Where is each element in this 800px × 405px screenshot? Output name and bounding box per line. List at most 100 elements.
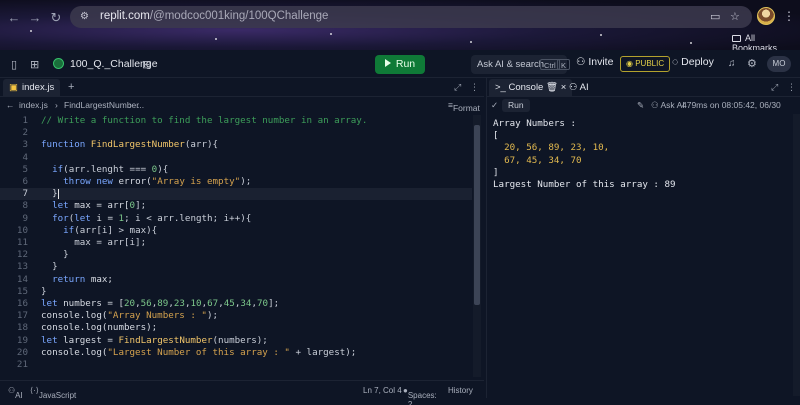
expand-icon[interactable]: ⤢ bbox=[454, 82, 461, 93]
code-text: console.log("Largest Number of this arra… bbox=[41, 346, 357, 358]
breadcrumb-sep: › bbox=[55, 100, 58, 110]
code-line[interactable]: 10 if(arr[i] > max){ bbox=[0, 225, 472, 237]
address-bar[interactable]: ⚙ replit.com/@modcoc001king/100QChalleng… bbox=[70, 6, 752, 28]
site-info-icon[interactable]: ⚙ bbox=[80, 11, 92, 23]
line-number: 9 bbox=[22, 212, 28, 224]
line-number: 19 bbox=[16, 334, 28, 346]
breadcrumb: ← index.js › FindLargestNumber › ... ≡ F… bbox=[0, 97, 484, 113]
line-number: 2 bbox=[22, 127, 28, 139]
workspace-menu-icon[interactable]: ⊞ bbox=[30, 58, 39, 71]
output-line: 67, 45, 34, 70 bbox=[493, 154, 582, 166]
code-text: return max; bbox=[52, 273, 113, 285]
code-line[interactable]: 13 } bbox=[0, 261, 472, 273]
code-text: } bbox=[41, 285, 47, 297]
format-button[interactable]: ≡ Format bbox=[448, 100, 480, 113]
code-line[interactable]: 15} bbox=[0, 286, 472, 298]
sidebar-toggle-icon[interactable]: ▯ bbox=[11, 58, 17, 71]
code-line[interactable]: 20 console.log("Largest Number of this ar… bbox=[0, 347, 472, 359]
code-line[interactable]: 4 bbox=[0, 152, 472, 164]
eye-icon: ◉ bbox=[626, 59, 636, 68]
code-line[interactable]: 2 bbox=[0, 127, 472, 139]
code-line[interactable]: 16 let numbers = [20,56,89,23,10,67,45,34… bbox=[0, 298, 472, 310]
clear-icon[interactable]: ✎ bbox=[637, 100, 644, 111]
star bbox=[215, 38, 217, 40]
back-icon[interactable]: ← bbox=[6, 10, 22, 25]
code-text: console.log(numbers); bbox=[41, 322, 158, 334]
code-text: console.log("Array Numbers : "); bbox=[41, 310, 219, 322]
console-pane: >_ Console 🗑 × ⚇ AI ⤢ ⋮ ✓ Run ✎ ⚇ Ask AI… bbox=[486, 78, 800, 398]
code-line[interactable]: 14 return max; bbox=[0, 274, 472, 286]
gear-icon[interactable]: ⚙ bbox=[747, 57, 757, 70]
invite-button[interactable]: ⚇ Invite bbox=[576, 56, 613, 68]
console-run-button[interactable]: Run bbox=[502, 99, 530, 112]
pane-menu-icon[interactable]: ⋮ bbox=[787, 82, 796, 93]
star bbox=[690, 42, 692, 44]
ai-status[interactable]: ⚇ AI bbox=[8, 386, 23, 400]
run-button[interactable]: Run bbox=[375, 55, 425, 74]
forward-icon[interactable]: → bbox=[27, 10, 43, 25]
check-icon: ✓ bbox=[491, 100, 499, 110]
code-text: throw new error("Array is empty"); bbox=[63, 176, 252, 187]
console-output: Array Numbers : [ 20, 56, 89, 23, 10, 67… bbox=[493, 118, 676, 191]
code-line[interactable]: 17 console.log("Array Numbers : "); bbox=[0, 310, 472, 322]
code-line[interactable]: 19 let largest = FindLargestNumber(number… bbox=[0, 335, 472, 347]
editor-tabbar: ▣ index.js + ⤢ ⋮ bbox=[0, 78, 484, 97]
back-icon[interactable]: ← bbox=[6, 100, 15, 110]
pane-menu-icon[interactable]: ⋮ bbox=[470, 82, 479, 93]
line-number: 4 bbox=[22, 151, 28, 163]
tab-console[interactable]: >_ Console 🗑 × bbox=[489, 79, 573, 97]
cast-icon[interactable]: ▭ bbox=[710, 10, 720, 23]
bookmark-star-icon[interactable]: ☆ bbox=[730, 10, 740, 23]
new-tab-icon[interactable]: + bbox=[68, 81, 74, 93]
code-line[interactable]: 18 console.log(numbers); bbox=[0, 322, 472, 334]
browser-menu-icon[interactable]: ⋮ bbox=[783, 9, 795, 23]
breadcrumb-more[interactable]: ... bbox=[137, 100, 144, 110]
code-line[interactable]: 5 if(arr.lenght === 0){ bbox=[0, 164, 472, 176]
public-badge[interactable]: ◉ PUBLIC bbox=[620, 56, 671, 72]
ask-ai-button[interactable]: ⚇ Ask AI bbox=[651, 100, 685, 111]
star bbox=[470, 41, 472, 43]
tab-ai[interactable]: ⚇ AI bbox=[563, 79, 595, 97]
deploy-button[interactable]: ◌ Deploy bbox=[672, 56, 714, 68]
console-tabbar: >_ Console 🗑 × ⚇ AI ⤢ ⋮ bbox=[487, 78, 800, 97]
code-line[interactable]: 6 throw new error("Array is empty"); bbox=[0, 176, 472, 188]
search-ai-input[interactable]: Ask AI & search Ctrl K bbox=[471, 55, 571, 74]
code-line[interactable]: 8 let max = arr[0]; bbox=[0, 200, 472, 212]
reload-icon[interactable]: ↻ bbox=[48, 10, 64, 26]
star bbox=[600, 34, 602, 36]
history-button[interactable]: History bbox=[448, 386, 473, 395]
code-line[interactable]: 7 } bbox=[0, 188, 472, 201]
repl-info-icon[interactable]: ⊟ bbox=[142, 58, 151, 71]
console-scrollbar[interactable] bbox=[793, 114, 800, 396]
output-line: Array Numbers : bbox=[493, 118, 576, 129]
cursor-position[interactable]: Ln 7, Col 4 bbox=[363, 386, 402, 395]
language-status[interactable]: ⟨·⟩ JavaScript bbox=[30, 386, 76, 400]
breadcrumb-file[interactable]: index.js bbox=[19, 100, 48, 110]
code-text: let largest = FindLargestNumber(numbers)… bbox=[41, 334, 268, 346]
profile-avatar[interactable] bbox=[757, 7, 775, 25]
code-line[interactable]: 12 } bbox=[0, 249, 472, 261]
scroll-thumb[interactable] bbox=[474, 125, 480, 305]
editor-scrollbar[interactable] bbox=[473, 115, 481, 377]
code-line[interactable]: 1 // Write a function to find the largest… bbox=[0, 115, 472, 127]
code-text: let numbers = [20,56,89,23,10,67,45,34,7… bbox=[41, 298, 280, 309]
expand-icon[interactable]: ⤢ bbox=[771, 82, 778, 93]
code-editor[interactable]: 1 // Write a function to find the largest… bbox=[0, 115, 472, 380]
trash-icon[interactable]: 🗑 bbox=[546, 82, 558, 93]
code-text: for(let i = 1; i < arr.length; i++){ bbox=[52, 212, 252, 224]
code-text: // Write a function to find the largest … bbox=[41, 115, 368, 126]
all-bookmarks[interactable]: All Bookmarks bbox=[732, 33, 800, 50]
bell-icon[interactable]: ♫ bbox=[728, 58, 736, 69]
indent-status[interactable]: ● Spaces: 2 bbox=[403, 386, 437, 405]
line-number: 16 bbox=[16, 298, 28, 309]
line-number: 3 bbox=[22, 139, 28, 151]
code-line[interactable]: 21 bbox=[0, 359, 472, 371]
star bbox=[30, 30, 32, 32]
code-line[interactable]: 11 max = arr[i]; bbox=[0, 237, 472, 249]
user-avatar[interactable]: MO bbox=[767, 56, 791, 72]
tab-index-js[interactable]: ▣ index.js bbox=[3, 79, 61, 97]
code-line[interactable]: 9 for(let i = 1; i < arr.length; i++){ bbox=[0, 213, 472, 225]
breadcrumb-symbol[interactable]: FindLargestNumber bbox=[64, 100, 139, 110]
code-line[interactable]: 3 function FindLargestNumber(arr){ bbox=[0, 139, 472, 151]
code-text: max = arr[i]; bbox=[41, 237, 147, 248]
